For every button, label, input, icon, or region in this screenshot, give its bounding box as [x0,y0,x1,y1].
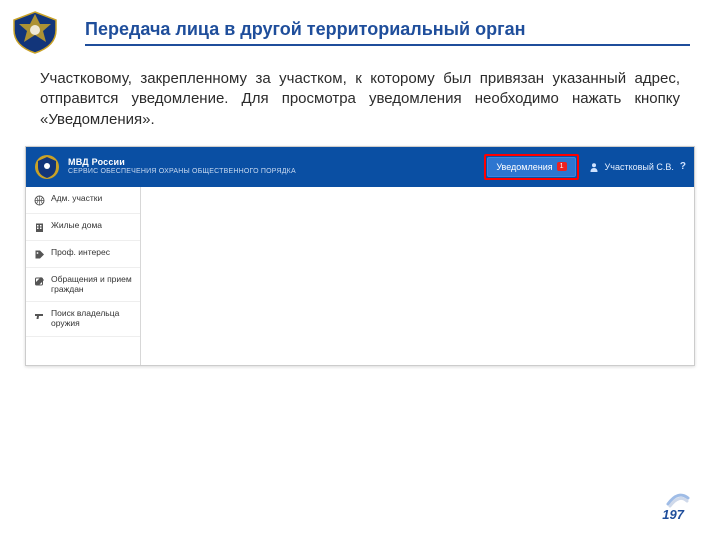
sidebar-item-label: Адм. участки [51,194,102,204]
page-number: 197 [662,507,684,522]
user-name: Участковый С.В. [605,162,674,172]
gun-icon [34,310,45,321]
sidebar-item-houses[interactable]: Жилые дома [26,214,140,241]
building-icon [34,222,45,233]
notifications-button[interactable]: Уведомления 1 [487,157,575,177]
slide-header: Передача лица в другой территориальный о… [0,0,720,55]
slide-title: Передача лица в другой территориальный о… [85,19,690,44]
app-content [141,187,694,365]
tag-icon [34,249,45,260]
page-decoration-icon [664,488,690,508]
globe-icon [34,195,45,206]
sidebar-item-label: Жилые дома [51,221,102,231]
app-title-block: МВД России СЕРВИС ОБЕСПЕЧЕНИЯ ОХРАНЫ ОБЩ… [68,158,484,176]
help-button[interactable]: ? [680,161,686,172]
notifications-label: Уведомления [496,162,552,172]
sidebar-item-label: Обращения и прием граждан [51,275,132,295]
sidebar: Адм. участки Жилые дома Проф. интерес Об… [26,187,141,365]
sidebar-item-interest[interactable]: Проф. интерес [26,241,140,268]
user-block[interactable]: Участковый С.В. ? [589,161,686,172]
user-icon [589,162,599,172]
edit-icon [34,276,45,287]
app-screenshot: МВД России СЕРВИС ОБЕСПЕЧЕНИЯ ОХРАНЫ ОБЩ… [25,146,695,366]
app-emblem-icon [34,154,60,180]
notifications-highlight: Уведомления 1 [484,154,578,180]
sidebar-item-label: Поиск владельца оружия [51,309,132,329]
sidebar-item-label: Проф. интерес [51,248,110,258]
title-underline [85,44,690,46]
app-title-main: МВД России [68,158,484,168]
slide-description: Участковому, закрепленному за участком, … [0,55,720,140]
mvd-emblem-icon [10,10,60,55]
notifications-badge: 1 [557,162,567,171]
sidebar-item-weapon-owner[interactable]: Поиск владельца оружия [26,302,140,337]
app-body: Адм. участки Жилые дома Проф. интерес Об… [26,187,694,365]
app-title-sub: СЕРВИС ОБЕСПЕЧЕНИЯ ОХРАНЫ ОБЩЕСТВЕННОГО … [68,168,484,176]
sidebar-item-appeals[interactable]: Обращения и прием граждан [26,268,140,303]
sidebar-item-districts[interactable]: Адм. участки [26,187,140,214]
app-topbar: МВД России СЕРВИС ОБЕСПЕЧЕНИЯ ОХРАНЫ ОБЩ… [26,147,694,187]
